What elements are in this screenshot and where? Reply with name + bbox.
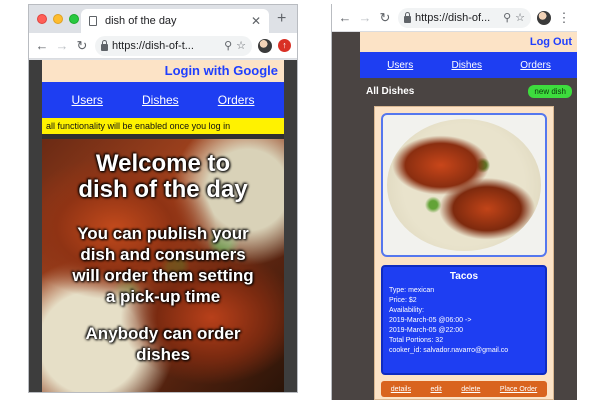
- hero-subtitle-line: will order them setting: [72, 266, 254, 285]
- nav-orders-link[interactable]: Orders: [520, 60, 551, 71]
- main-nav: Users Dishes Orders: [360, 52, 577, 78]
- hero-title-line: Welcome to: [95, 150, 231, 177]
- dish-details-panel: Tacos Type: mexican Price: $2 Availabili…: [381, 265, 547, 375]
- lock-icon: [101, 39, 108, 51]
- profile-avatar[interactable]: [258, 38, 272, 53]
- dish-availability-end: 2019-March-05 @22:00: [389, 327, 464, 334]
- hero-banner: Welcome to dish of the day You can publi…: [42, 139, 284, 392]
- dish-cooker-id: cooker_id: salvador.navarro@gmail.co: [389, 347, 509, 354]
- forward-icon[interactable]: →: [358, 10, 372, 25]
- right-browser-window: ← → ↻ https://dish-of... ⚲ ☆ ⋮ Log Out U…: [331, 4, 577, 400]
- dish-card: Tacos Type: mexican Price: $2 Availabili…: [374, 106, 554, 400]
- update-icon[interactable]: ↑: [278, 39, 291, 52]
- new-dish-button[interactable]: new dish: [528, 84, 572, 98]
- tab-title: dish of the day: [105, 15, 177, 27]
- hero-subtitle-line: dish and consumers: [80, 245, 246, 264]
- url-text[interactable]: https://dish-of...: [415, 12, 499, 24]
- nav-users-link[interactable]: Users: [387, 60, 413, 71]
- dish-type: Type: mexican: [389, 287, 435, 294]
- dishes-header: All Dishes new dish: [360, 78, 577, 104]
- zoom-icon[interactable]: ⚲: [224, 39, 232, 52]
- hero-subtitle-line: a pick-up time: [105, 287, 221, 306]
- delete-link[interactable]: delete: [461, 386, 480, 393]
- profile-avatar[interactable]: [537, 10, 551, 25]
- close-tab-icon[interactable]: ✕: [251, 14, 261, 28]
- back-icon[interactable]: ←: [338, 10, 352, 25]
- main-nav: Users Dishes Orders: [42, 82, 284, 118]
- screenshot-stage: dish of the day ✕ + ← → ↻ https://dish-o…: [0, 0, 600, 400]
- browser-tab[interactable]: dish of the day ✕: [81, 9, 269, 33]
- page-viewport: Login with Google Users Dishes Orders al…: [29, 60, 297, 392]
- reload-icon[interactable]: ↻: [75, 38, 89, 53]
- menu-kebab-icon[interactable]: ⋮: [557, 10, 571, 25]
- hero-tagline-line: Anybody can order: [85, 324, 241, 343]
- browser-toolbar: ← → ↻ https://dish-of... ⚲ ☆ ⋮: [332, 4, 577, 32]
- dish-total-portions: Total Portions: 32: [389, 337, 444, 344]
- nav-dishes-link[interactable]: Dishes: [451, 60, 482, 71]
- login-bar: Login with Google: [42, 60, 284, 82]
- left-browser-window: dish of the day ✕ + ← → ↻ https://dish-o…: [28, 4, 298, 393]
- window-controls: [37, 14, 79, 24]
- app-container: Log Out Users Dishes Orders All Dishes n…: [360, 32, 577, 400]
- close-window-icon[interactable]: [37, 14, 47, 24]
- place-order-link[interactable]: Place Order: [500, 386, 537, 393]
- hero-title-line: dish of the day: [78, 176, 248, 203]
- dish-photo[interactable]: [381, 113, 547, 257]
- address-bar[interactable]: https://dish-of... ⚲ ☆: [398, 7, 531, 28]
- dish-availability-label: Availability:: [389, 307, 424, 314]
- page-viewport: Log Out Users Dishes Orders All Dishes n…: [332, 32, 577, 400]
- hero-title: Welcome to dish of the day: [42, 151, 284, 203]
- maximize-window-icon[interactable]: [69, 14, 79, 24]
- nav-users-link[interactable]: Users: [72, 93, 103, 107]
- bookmark-star-icon[interactable]: ☆: [515, 11, 525, 24]
- log-out-link[interactable]: Log Out: [530, 36, 572, 48]
- edit-link[interactable]: edit: [430, 386, 441, 393]
- browser-toolbar: ← → ↻ https://dish-of-t... ⚲ ☆ ↑: [29, 33, 297, 59]
- nav-orders-link[interactable]: Orders: [218, 93, 255, 107]
- hero-subtitle: You can publish your dish and consumers …: [42, 223, 284, 307]
- minimize-window-icon[interactable]: [53, 14, 63, 24]
- hero-subtitle-line: You can publish your: [77, 224, 249, 243]
- hero-tagline-line: dishes: [136, 345, 190, 364]
- section-title: All Dishes: [366, 85, 415, 97]
- tab-bar: dish of the day ✕ +: [29, 5, 297, 33]
- login-with-google-link[interactable]: Login with Google: [165, 63, 278, 78]
- page-icon: [89, 16, 97, 26]
- reload-icon[interactable]: ↻: [378, 10, 392, 25]
- hero-text: Welcome to dish of the day You can publi…: [42, 139, 284, 392]
- address-bar[interactable]: https://dish-of-t... ⚲ ☆: [95, 35, 252, 56]
- app-container: Login with Google Users Dishes Orders al…: [42, 60, 284, 392]
- dish-price: Price: $2: [389, 297, 417, 304]
- dish-availability-start: 2019-March-05 @06:00 ->: [389, 317, 472, 324]
- login-notice: all functionality will be enabled once y…: [42, 118, 284, 134]
- bookmark-star-icon[interactable]: ☆: [236, 39, 246, 52]
- url-text[interactable]: https://dish-of-t...: [112, 40, 220, 52]
- nav-dishes-link[interactable]: Dishes: [142, 93, 179, 107]
- dish-actions: details edit delete Place Order: [381, 381, 547, 397]
- tacos-image: [387, 119, 541, 251]
- back-icon[interactable]: ←: [35, 38, 49, 53]
- logout-bar: Log Out: [360, 32, 577, 52]
- dish-name: Tacos: [449, 271, 479, 282]
- zoom-icon[interactable]: ⚲: [503, 11, 511, 24]
- lock-icon: [404, 11, 411, 23]
- details-link[interactable]: details: [391, 386, 411, 393]
- new-tab-button[interactable]: +: [277, 11, 286, 27]
- forward-icon[interactable]: →: [55, 38, 69, 53]
- hero-tagline: Anybody can order dishes: [42, 323, 284, 365]
